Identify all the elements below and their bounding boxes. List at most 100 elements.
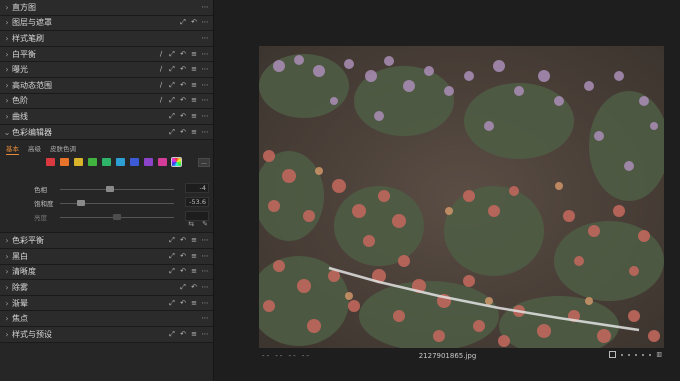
- more-icon[interactable]: ⋯: [201, 112, 209, 120]
- color-swatch[interactable]: [116, 158, 125, 167]
- more-icon[interactable]: ⋯: [201, 128, 209, 136]
- expand-icon[interactable]: ⤢: [179, 19, 187, 27]
- tab-skin-tone[interactable]: 皮肤色调: [50, 143, 76, 155]
- grid-icon[interactable]: ▥: [656, 351, 662, 358]
- eyedropper-icon[interactable]: ✎: [202, 220, 208, 228]
- chevron-right-icon[interactable]: ›: [2, 112, 12, 121]
- tool-row[interactable]: › 曝光 ∕ ⤢ ↶ ≡ ⋯: [0, 62, 213, 78]
- tool-row[interactable]: › 黑白 ⤢ ↶ ≡ ⋯: [0, 248, 213, 265]
- dot-icon[interactable]: [621, 353, 624, 356]
- color-swatch[interactable]: [46, 158, 55, 167]
- fit-icon[interactable]: [609, 351, 617, 358]
- tool-row[interactable]: › 除雾 ⤢ ↶ ⋯: [0, 280, 213, 296]
- expand-icon[interactable]: ⤢: [168, 330, 176, 338]
- list-icon[interactable]: ≡: [190, 252, 198, 260]
- picker-icon[interactable]: ∕: [157, 81, 165, 89]
- expand-icon[interactable]: ⤢: [168, 50, 176, 58]
- expand-icon[interactable]: ⤢: [179, 283, 187, 291]
- chevron-right-icon[interactable]: ›: [2, 299, 12, 308]
- expand-icon[interactable]: ⤢: [168, 252, 176, 260]
- saturation-value-field[interactable]: -53.6: [185, 197, 209, 208]
- expand-icon[interactable]: ⤢: [168, 112, 176, 120]
- chevron-right-icon[interactable]: ›: [2, 50, 12, 59]
- chevron-right-icon[interactable]: ›: [2, 267, 12, 276]
- chevron-right-icon[interactable]: ›: [2, 236, 12, 245]
- expand-icon[interactable]: ⤢: [168, 299, 176, 307]
- more-icon[interactable]: ⋯: [201, 50, 209, 58]
- tool-row[interactable]: › 样式与预设 ⤢ ↶ ≡ ⋯: [0, 326, 213, 343]
- tool-row[interactable]: › 色阶 ∕ ⤢ ↶ ≡ ⋯: [0, 93, 213, 110]
- chevron-right-icon[interactable]: ›: [2, 3, 12, 12]
- saturation-slider[interactable]: [60, 200, 174, 207]
- tool-row[interactable]: › 曲线 ⤢ ↶ ≡ ⋯: [0, 109, 213, 125]
- more-icon[interactable]: ⋯: [201, 330, 209, 338]
- list-icon[interactable]: ≡: [190, 97, 198, 105]
- list-icon[interactable]: ≡: [190, 330, 198, 338]
- tool-row[interactable]: › 样式笔刷 ⋯: [0, 31, 213, 47]
- color-editor-more-button[interactable]: ...: [198, 158, 210, 168]
- list-icon[interactable]: ≡: [190, 112, 198, 120]
- color-swatch[interactable]: [130, 158, 139, 167]
- undo-icon[interactable]: ↶: [179, 97, 187, 105]
- color-swatch[interactable]: [158, 158, 167, 167]
- undo-icon[interactable]: ↶: [179, 50, 187, 58]
- more-icon[interactable]: ⋯: [201, 283, 209, 291]
- tool-row[interactable]: › 渐晕 ⤢ ↶ ≡ ⋯: [0, 295, 213, 312]
- undo-icon[interactable]: ↶: [179, 268, 187, 276]
- more-icon[interactable]: ⋯: [201, 19, 209, 27]
- lightness-slider-handle[interactable]: [113, 214, 121, 221]
- list-icon[interactable]: ≡: [190, 237, 198, 245]
- expand-icon[interactable]: ⤢: [168, 128, 176, 136]
- picker-icon[interactable]: ∕: [157, 50, 165, 58]
- dot-icon[interactable]: [649, 353, 652, 356]
- list-icon[interactable]: ≡: [190, 299, 198, 307]
- chevron-right-icon[interactable]: ›: [2, 314, 12, 323]
- color-wheel-icon[interactable]: [171, 157, 182, 168]
- color-swatch[interactable]: [144, 158, 153, 167]
- tool-row[interactable]: › 清晰度 ⤢ ↶ ≡ ⋯: [0, 264, 213, 281]
- more-icon[interactable]: ⋯: [201, 315, 209, 323]
- more-icon[interactable]: ⋯: [201, 268, 209, 276]
- tab-advanced[interactable]: 高级: [28, 143, 41, 155]
- tool-row[interactable]: › 图层与遮罩 ⤢ ↶ ⋯: [0, 15, 213, 32]
- undo-icon[interactable]: ↶: [179, 252, 187, 260]
- undo-icon[interactable]: ↶: [179, 66, 187, 74]
- list-icon[interactable]: ≡: [190, 128, 198, 136]
- more-icon[interactable]: ⋯: [201, 237, 209, 245]
- tab-basic[interactable]: 基本: [6, 143, 19, 156]
- undo-icon[interactable]: ↶: [190, 19, 198, 27]
- color-swatch[interactable]: [60, 158, 69, 167]
- undo-icon[interactable]: ↶: [179, 330, 187, 338]
- more-icon[interactable]: ⋯: [201, 81, 209, 89]
- undo-icon[interactable]: ↶: [179, 112, 187, 120]
- dot-icon[interactable]: [628, 353, 631, 356]
- undo-icon[interactable]: ↶: [179, 128, 187, 136]
- list-icon[interactable]: ≡: [190, 268, 198, 276]
- undo-icon[interactable]: ↶: [179, 237, 187, 245]
- list-icon[interactable]: ≡: [190, 50, 198, 58]
- tool-row[interactable]: › 直方图 ⋯: [0, 0, 213, 16]
- expand-icon[interactable]: ⤢: [168, 81, 176, 89]
- hue-slider-handle[interactable]: [106, 186, 115, 193]
- hue-slider[interactable]: [60, 186, 174, 193]
- chevron-right-icon[interactable]: ›: [2, 283, 12, 292]
- color-swatch[interactable]: [102, 158, 111, 167]
- lightness-slider[interactable]: [60, 214, 174, 221]
- picker-icon[interactable]: ∕: [157, 97, 165, 105]
- tool-row[interactable]: › 焦点 ⋯: [0, 311, 213, 327]
- chevron-right-icon[interactable]: ›: [2, 81, 12, 90]
- color-swatch[interactable]: [74, 158, 83, 167]
- chevron-down-icon[interactable]: ⌄: [2, 128, 12, 137]
- list-icon[interactable]: ≡: [190, 66, 198, 74]
- tool-row[interactable]: › 高动态范围 ∕ ⤢ ↶ ≡ ⋯: [0, 77, 213, 94]
- chevron-right-icon[interactable]: ›: [2, 330, 12, 339]
- hue-value-field[interactable]: -4: [185, 183, 209, 194]
- photo-preview[interactable]: [259, 46, 664, 348]
- dot-icon[interactable]: [635, 353, 638, 356]
- color-swatch[interactable]: [88, 158, 97, 167]
- saturation-slider-handle[interactable]: [76, 200, 85, 207]
- dot-icon[interactable]: [642, 353, 645, 356]
- chevron-right-icon[interactable]: ›: [2, 34, 12, 43]
- chevron-right-icon[interactable]: ›: [2, 96, 12, 105]
- expand-icon[interactable]: ⤢: [168, 268, 176, 276]
